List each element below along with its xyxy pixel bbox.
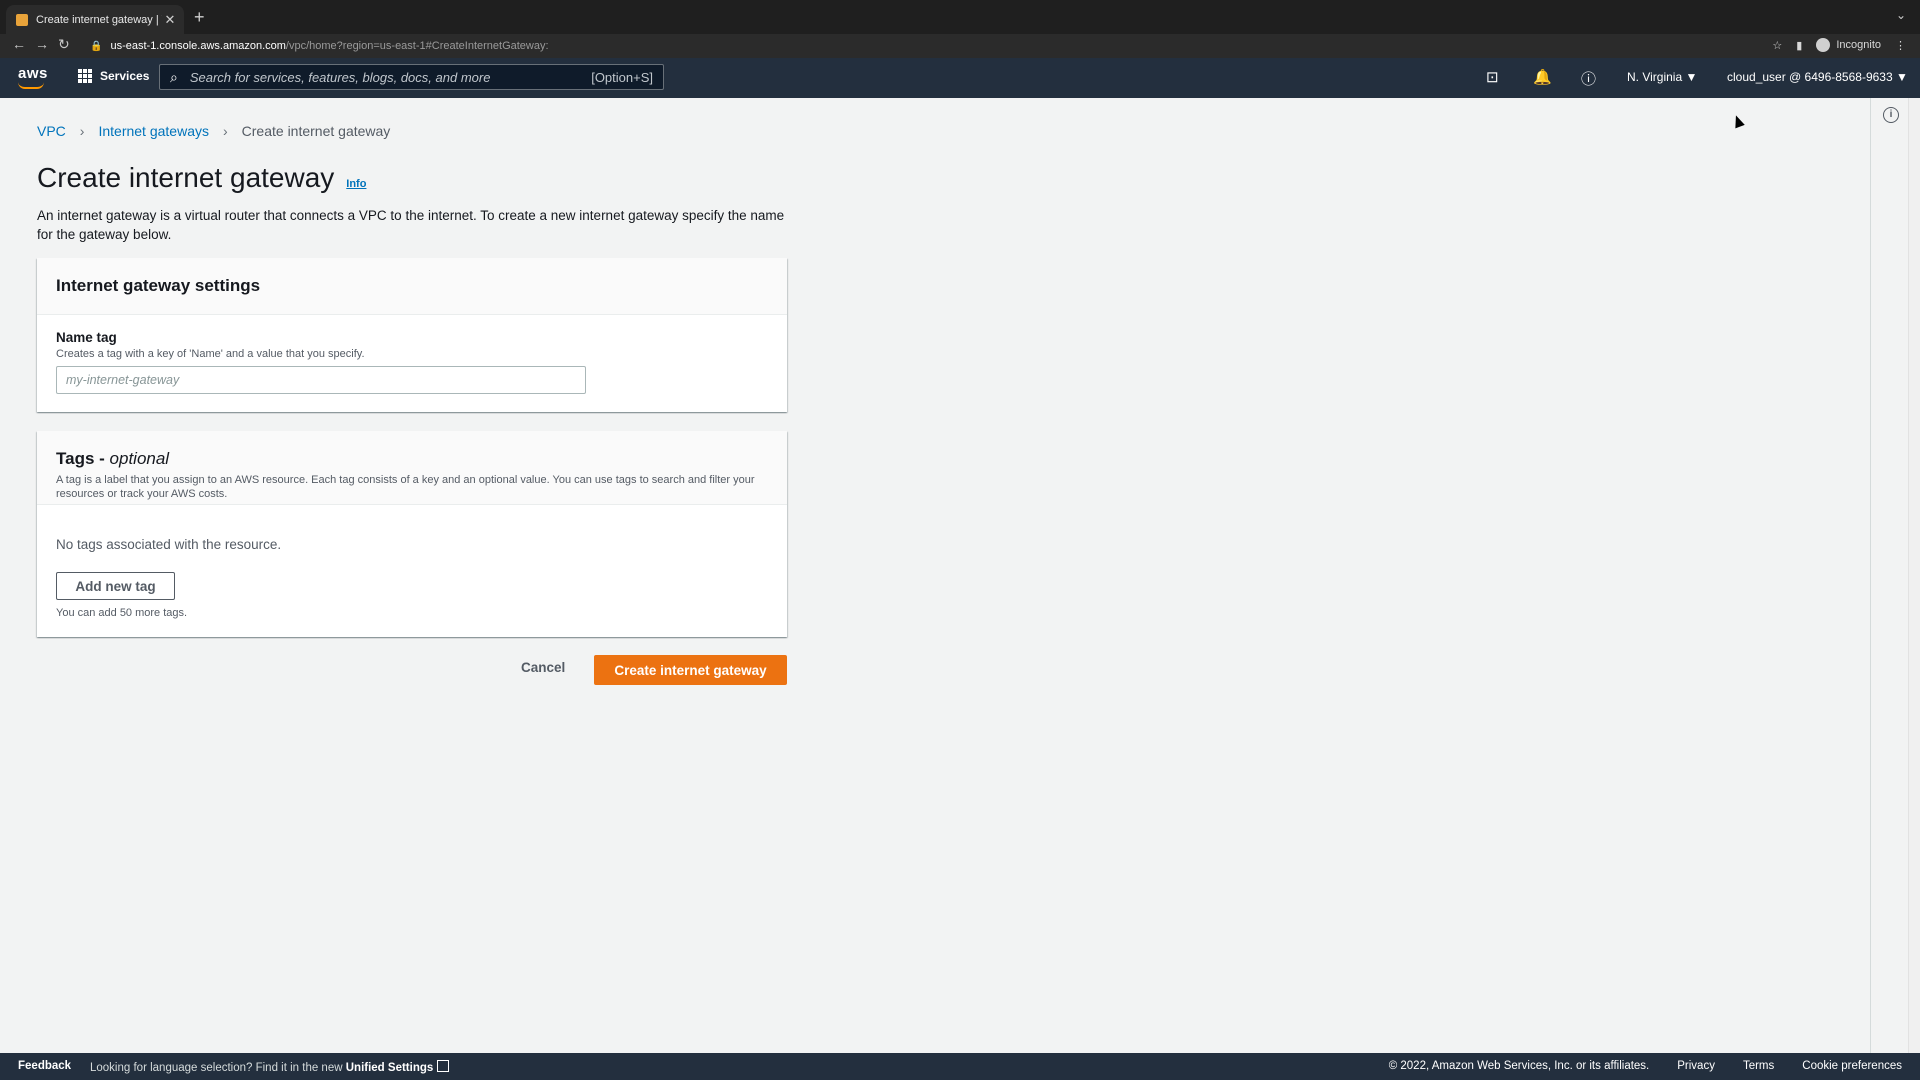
forward-icon[interactable]: → bbox=[35, 36, 49, 52]
right-rail-divider bbox=[1870, 98, 1871, 1053]
grid-icon bbox=[78, 69, 92, 83]
name-tag-description: Creates a tag with a key of 'Name' and a… bbox=[56, 348, 365, 360]
services-menu-button[interactable]: Services bbox=[78, 69, 149, 83]
no-tags-text: No tags associated with the resource. bbox=[56, 537, 282, 552]
settings-card-heading: Internet gateway settings bbox=[37, 258, 787, 315]
tag-limit-hint: You can add 50 more tags. bbox=[56, 607, 188, 619]
chevron-right-icon: › bbox=[79, 123, 85, 139]
mouse-cursor-icon bbox=[1731, 113, 1745, 129]
aws-top-nav: aws Services ⌕ [Option+S] ⊡ 🔔 ⓘ N. Virgi… bbox=[0, 58, 1920, 98]
services-label: Services bbox=[100, 69, 150, 83]
aws-logo[interactable]: aws bbox=[18, 65, 48, 89]
name-tag-label: Name tag bbox=[56, 330, 117, 345]
incognito-label: Incognito bbox=[1836, 39, 1881, 51]
url-path: /vpc/home?region=us-east-1#CreateInterne… bbox=[285, 40, 549, 52]
incognito-indicator[interactable]: Incognito bbox=[1816, 38, 1881, 52]
terms-link[interactable]: Terms bbox=[1743, 1060, 1774, 1072]
feedback-link[interactable]: Feedback bbox=[18, 1060, 71, 1072]
copyright-text: © 2022, Amazon Web Services, Inc. or its… bbox=[1388, 1060, 1650, 1072]
breadcrumb: VPC › Internet gateways › Create interne… bbox=[37, 123, 390, 139]
tags-heading-optional: optional bbox=[109, 449, 170, 468]
browser-actions: ☆ ▮ Incognito ⋮ bbox=[1772, 38, 1906, 52]
language-message-text: Looking for language selection? Find it … bbox=[90, 1062, 346, 1074]
search-shortcut: [Option+S] bbox=[591, 69, 653, 85]
tab-title: Create internet gateway | VPC bbox=[36, 13, 162, 26]
lock-icon: 🔒 bbox=[90, 40, 103, 52]
cookie-preferences-link[interactable]: Cookie preferences bbox=[1802, 1060, 1902, 1072]
breadcrumb-internet-gateways[interactable]: Internet gateways bbox=[98, 123, 209, 139]
close-tab-icon[interactable]: ✕ bbox=[162, 12, 178, 28]
search-input[interactable] bbox=[187, 68, 592, 86]
language-message: Looking for language selection? Find it … bbox=[90, 1060, 450, 1074]
favicon-icon bbox=[16, 13, 28, 26]
name-tag-input[interactable] bbox=[56, 366, 586, 394]
breadcrumb-vpc[interactable]: VPC bbox=[37, 123, 66, 139]
browser-tab-bar: Create internet gateway | VPC ✕ + ⌄ bbox=[0, 0, 1920, 34]
tags-card: Tags - optional A tag is a label that yo… bbox=[37, 431, 787, 637]
add-new-tag-button[interactable]: Add new tag bbox=[56, 572, 175, 600]
breadcrumb-current: Create internet gateway bbox=[241, 123, 391, 139]
tab-search-icon[interactable]: ⌄ bbox=[1896, 8, 1906, 22]
search-icon: ⌕ bbox=[170, 68, 178, 85]
page-description: An internet gateway is a virtual router … bbox=[37, 208, 785, 242]
tags-heading-text: Tags - bbox=[56, 449, 110, 468]
region-selector[interactable]: N. Virginia ▼ bbox=[1627, 70, 1697, 84]
external-link-icon bbox=[437, 1060, 450, 1072]
info-panel-icon[interactable]: i bbox=[1883, 107, 1899, 123]
internet-gateway-settings-card: Internet gateway settings Name tag Creat… bbox=[37, 258, 787, 412]
aws-smile-icon bbox=[18, 82, 44, 89]
bell-icon[interactable]: 🔔 bbox=[1533, 68, 1552, 86]
console-footer: Feedback Looking for language selection?… bbox=[0, 1053, 1920, 1080]
browser-menu-icon[interactable]: ⋮ bbox=[1895, 39, 1906, 52]
star-icon[interactable]: ☆ bbox=[1772, 39, 1782, 52]
page-title-row: Create internet gateway Info bbox=[37, 162, 366, 194]
cancel-button[interactable]: Cancel bbox=[515, 659, 571, 676]
page-title: Create internet gateway bbox=[37, 162, 335, 193]
reload-icon[interactable]: ↻ bbox=[58, 36, 70, 53]
info-link[interactable]: Info bbox=[346, 178, 366, 190]
back-icon[interactable]: ← bbox=[12, 36, 26, 52]
aws-logo-text: aws bbox=[18, 65, 48, 82]
footer-links: © 2022, Amazon Web Services, Inc. or its… bbox=[1389, 1060, 1902, 1072]
incognito-icon bbox=[1816, 38, 1831, 52]
url-host: us-east-1.console.aws.amazon.com bbox=[110, 40, 286, 52]
tags-card-header: Tags - optional A tag is a label that yo… bbox=[37, 431, 787, 505]
tags-card-heading: Tags - optional bbox=[56, 449, 768, 469]
account-menu[interactable]: cloud_user @ 6496-8568-9633 ▼ bbox=[1727, 70, 1908, 84]
sidepanel-icon[interactable]: ▮ bbox=[1796, 39, 1802, 52]
url-field[interactable]: 🔒 us-east-1.console.aws.amazon.com /vpc/… bbox=[90, 36, 1770, 56]
chevron-right-icon: › bbox=[222, 123, 228, 139]
browser-tab[interactable]: Create internet gateway | VPC ✕ bbox=[6, 5, 184, 34]
tags-card-description: A tag is a label that you assign to an A… bbox=[56, 474, 755, 500]
scrollbar[interactable] bbox=[1908, 98, 1920, 1053]
address-bar: ← → ↻ 🔒 us-east-1.console.aws.amazon.com… bbox=[0, 34, 1920, 58]
new-tab-icon[interactable]: + bbox=[194, 7, 205, 28]
privacy-link[interactable]: Privacy bbox=[1677, 1060, 1715, 1072]
create-internet-gateway-button[interactable]: Create internet gateway bbox=[594, 655, 787, 685]
unified-settings-link[interactable]: Unified Settings bbox=[346, 1062, 434, 1074]
help-icon[interactable]: ⓘ bbox=[1581, 68, 1596, 89]
cloudshell-icon[interactable]: ⊡ bbox=[1486, 68, 1499, 86]
search-bar: ⌕ [Option+S] bbox=[159, 64, 664, 90]
